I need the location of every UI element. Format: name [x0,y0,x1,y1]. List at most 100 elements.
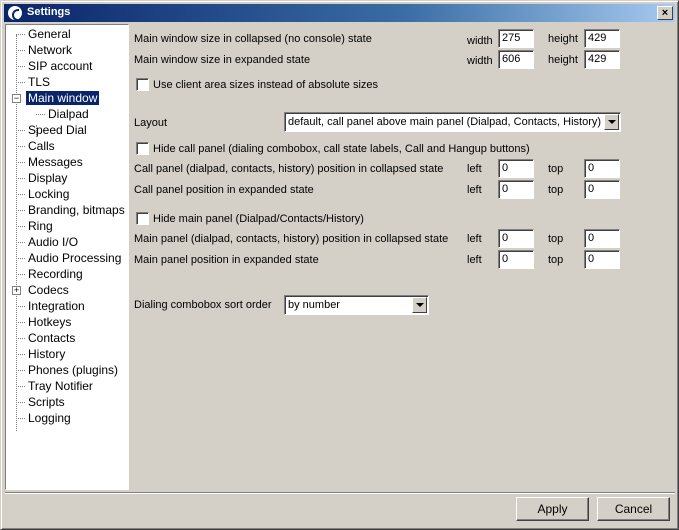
tree-item-contacts[interactable]: Contacts [16,330,77,346]
tree-item-label: Network [28,43,73,57]
settings-window: Settings × General Network SIP account T… [0,0,679,530]
tree-item-label: TLS [28,75,51,89]
tree-item-speed-dial[interactable]: Speed Dial [16,122,89,138]
window-title: Settings [27,6,71,18]
call-collapsed-top-input[interactable]: 0 [584,159,620,178]
tree-item-phones-plugins[interactable]: Phones (plugins) [16,362,120,378]
call-panel-expanded-label: Call panel position in expanded state [134,184,314,196]
main-collapsed-top-input[interactable]: 0 [584,229,620,248]
tree-item-calls[interactable]: Calls [16,138,57,154]
tree-item-label: Hotkeys [28,315,72,329]
tree-item-ring[interactable]: Ring [16,218,55,234]
tree-item-label: Speed Dial [28,123,87,137]
collapsed-width-label: width [467,35,493,47]
tree-item-label: Main window [26,91,100,105]
layout-value: default, call panel above main panel (Di… [288,116,602,128]
call-expanded-top-label: top [548,184,564,196]
call-expanded-top-input[interactable]: 0 [584,180,620,199]
tree-item-integration[interactable]: Integration [16,298,87,314]
tree-item-dialpad[interactable]: Dialpad [36,106,91,122]
tree-item-scripts[interactable]: Scripts [16,394,67,410]
tree-item-logging[interactable]: Logging [16,410,73,426]
tree-item-hotkeys[interactable]: Hotkeys [16,314,73,330]
main-collapsed-left-label: left [467,233,482,245]
chevron-down-icon[interactable] [604,114,619,130]
tree-item-main-window[interactable]: − Main window [12,90,100,106]
main-panel-collapsed-label: Main panel (dialpad, contacts, history) … [134,233,449,245]
call-panel-collapsed-label: Call panel (dialpad, contacts, history) … [134,163,444,175]
tree-item-tls[interactable]: TLS [16,74,52,90]
tree-item-label: Dialpad [48,107,89,121]
tree-item-audio-io[interactable]: Audio I/O [16,234,80,250]
tree-item-locking[interactable]: Locking [16,186,71,202]
apply-button[interactable]: Apply [516,497,589,521]
settings-category-tree: General Network SIP account TLS − Main wi… [5,24,129,490]
call-collapsed-left-input[interactable]: 0 [498,159,534,178]
tree-item-label: Audio I/O [28,235,79,249]
layout-label: Layout [134,117,168,129]
expanded-height-label: height [548,54,578,66]
expanded-width-label: width [467,55,493,67]
expanded-size-label: Main window size in expanded state [134,54,311,66]
tree-item-label: SIP account [28,59,93,73]
expanded-height-input[interactable]: 429 [584,50,620,69]
hide-main-panel-label: Hide main panel (Dialpad/Contacts/Histor… [153,213,364,225]
collapse-icon[interactable]: − [12,94,21,103]
close-button[interactable]: × [657,6,673,20]
tree-item-label: Audio Processing [28,251,122,265]
tree-item-sip-account[interactable]: SIP account [16,58,95,74]
hide-main-panel-checkbox[interactable] [136,212,149,225]
tree-item-label: Contacts [28,331,76,345]
title-bar: Settings × [4,4,675,22]
tree-item-recording[interactable]: Recording [16,266,85,282]
tree-item-label: Codecs [28,283,69,297]
main-expanded-top-input[interactable]: 0 [584,250,620,269]
tree-item-tray-notifier[interactable]: Tray Notifier [16,378,95,394]
tree-item-codecs[interactable]: + Codecs [12,282,71,298]
tree-item-label: General [28,27,71,41]
collapsed-height-input[interactable]: 429 [584,29,620,48]
tree-item-label: Logging [28,411,71,425]
tree-item-label: Branding, bitmaps [28,203,125,217]
tree-item-label: Phones (plugins) [28,363,119,377]
tree-item-history[interactable]: History [16,346,67,362]
main-expanded-left-input[interactable]: 0 [498,250,534,269]
tree-item-label: Calls [28,139,55,153]
tree-item-audio-processing[interactable]: Audio Processing [16,250,123,266]
call-expanded-left-input[interactable]: 0 [498,180,534,199]
tree-item-branding[interactable]: Branding, bitmaps [16,202,127,218]
phone-app-icon [7,5,23,21]
expand-icon[interactable]: + [12,286,21,295]
call-collapsed-top-label: top [548,163,564,175]
tree-item-label: Tray Notifier [28,379,93,393]
hide-call-panel-label: Hide call panel (dialing combobox, call … [153,143,530,155]
sort-order-value: by number [288,299,340,311]
tree-item-label: Display [28,171,68,185]
main-expanded-left-label: left [467,254,482,266]
expanded-width-input[interactable]: 606 [498,50,534,69]
chevron-down-icon[interactable] [412,297,427,313]
hide-call-panel-checkbox[interactable] [136,142,149,155]
sort-order-label: Dialing combobox sort order [134,299,272,311]
collapsed-width-input[interactable]: 275 [498,29,534,48]
tree-item-label: Scripts [28,395,65,409]
tree-item-label: Recording [28,267,83,281]
cancel-button[interactable]: Cancel [597,497,670,521]
main-panel-expanded-label: Main panel position in expanded state [134,254,319,266]
client-area-sizes-label: Use client area sizes instead of absolut… [153,79,379,91]
tree-item-label: Messages [28,155,83,169]
tree-item-label: Locking [28,187,70,201]
main-expanded-top-label: top [548,254,564,266]
tree-item-messages[interactable]: Messages [16,154,85,170]
collapsed-height-label: height [548,33,578,45]
sort-order-combobox[interactable]: by number [284,295,429,315]
call-expanded-left-label: left [467,184,482,196]
layout-combobox[interactable]: default, call panel above main panel (Di… [284,112,621,132]
main-collapsed-top-label: top [548,233,564,245]
tree-item-label: Integration [28,299,85,313]
tree-item-general[interactable]: General [16,26,73,42]
main-collapsed-left-input[interactable]: 0 [498,229,534,248]
client-area-sizes-checkbox[interactable] [136,78,149,91]
tree-item-network[interactable]: Network [16,42,74,58]
tree-item-display[interactable]: Display [16,170,69,186]
